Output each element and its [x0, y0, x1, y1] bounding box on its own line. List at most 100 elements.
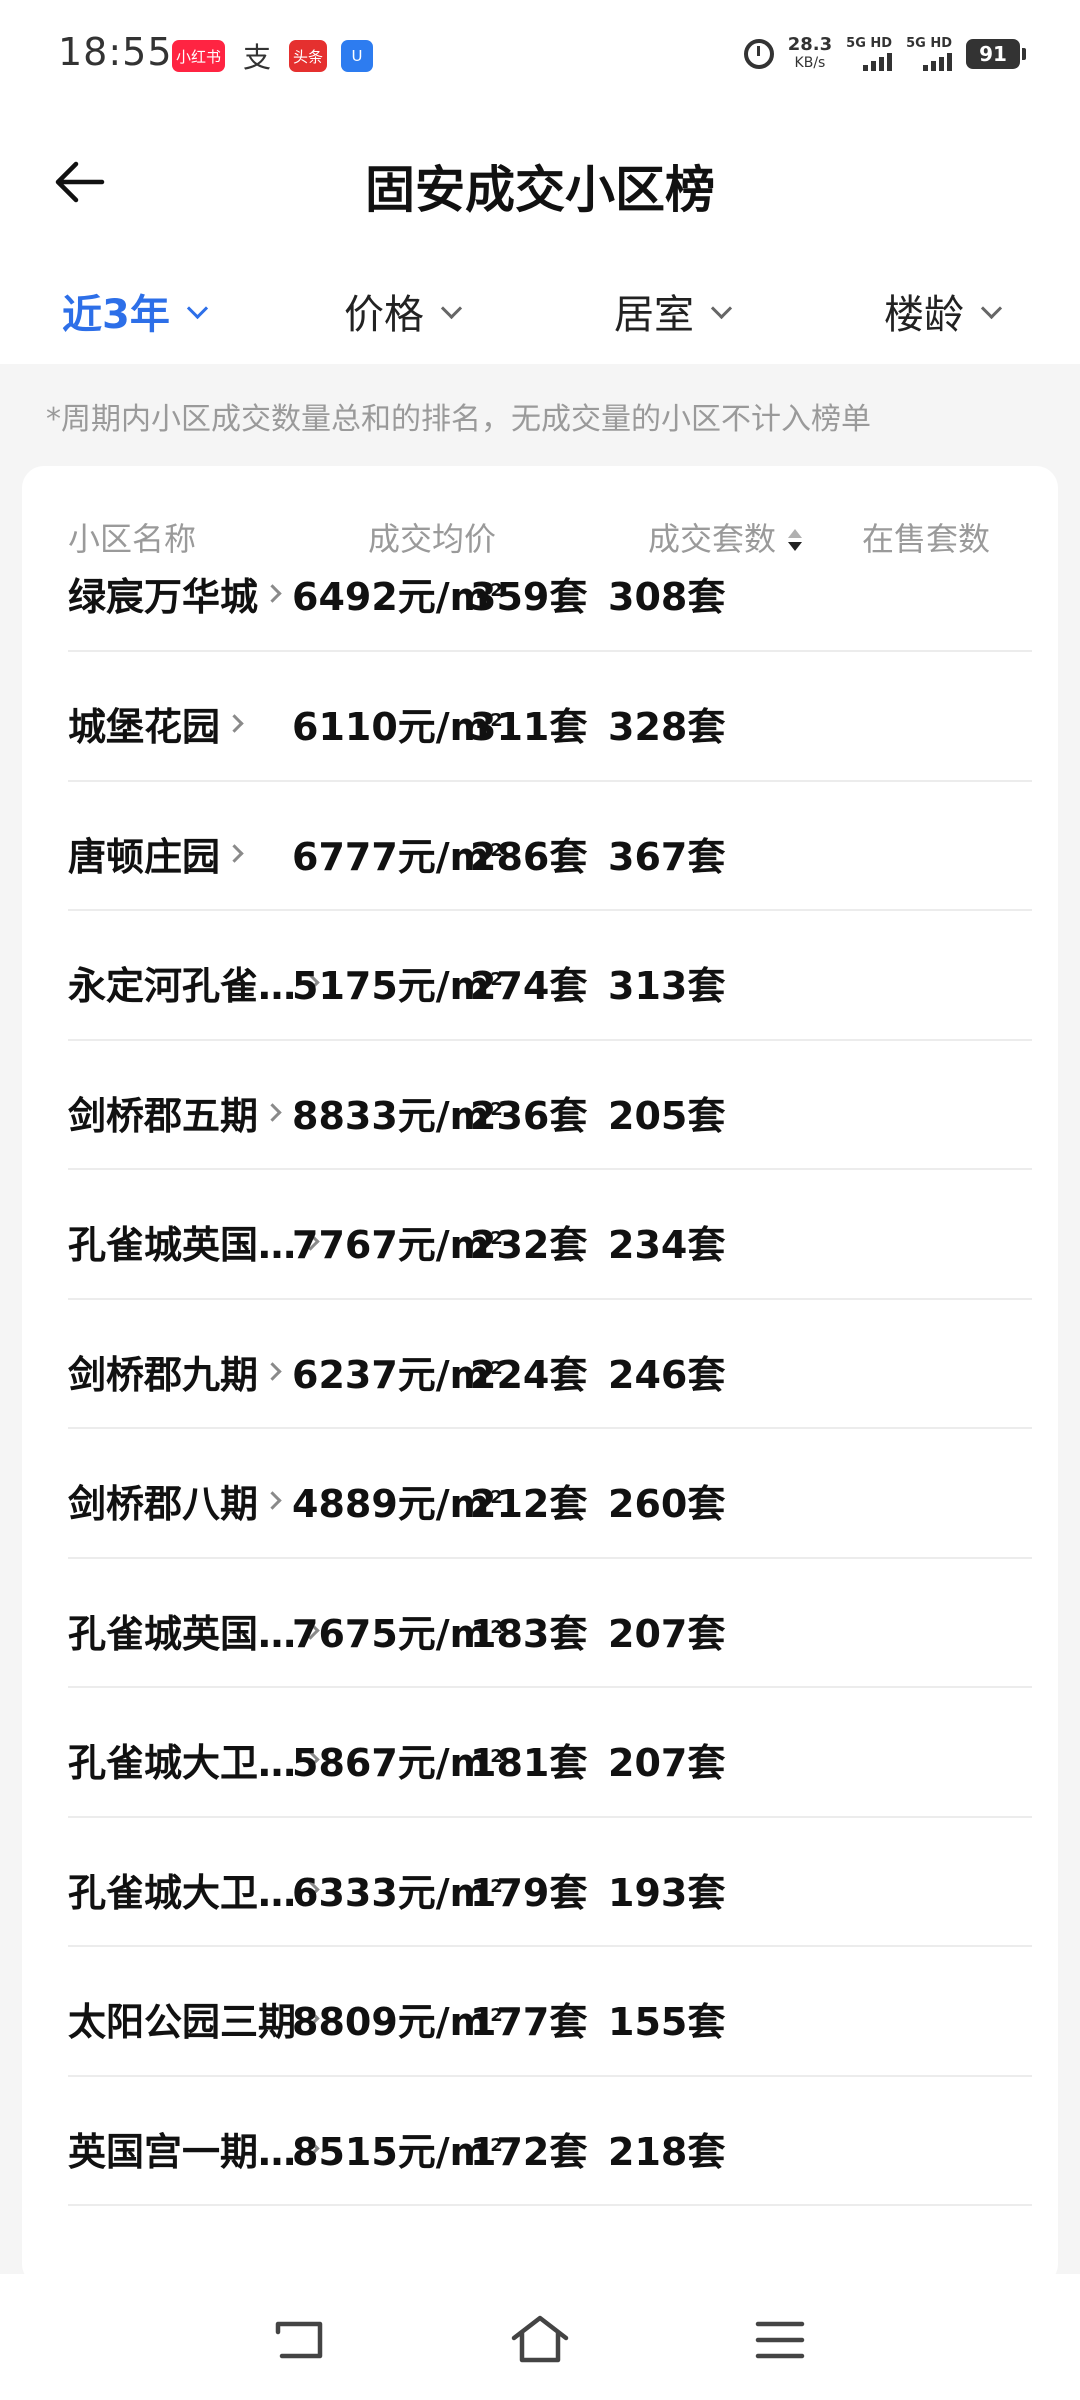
sold-count: 232套 — [470, 1223, 588, 1267]
filter-period-label: 近3年 — [62, 292, 170, 338]
filter-price-label: 价格 — [344, 292, 424, 338]
avg-price-value: 5175 — [292, 964, 398, 1008]
avg-price-value: 6333 — [292, 1870, 398, 1915]
chevron-right-icon — [263, 1102, 282, 1122]
community-name: 城堡花园 — [68, 705, 221, 749]
chevron-right-icon — [225, 714, 244, 733]
table-row[interactable]: 剑桥郡八期 4889元/m2 212套 260套 — [68, 1429, 1032, 1559]
filter-age[interactable]: 楼龄 — [884, 282, 1003, 340]
community-name: 英国宫一期… — [68, 2129, 297, 2174]
home-nav-icon — [511, 2315, 569, 2363]
signal-1-icon: 5G HD — [846, 37, 893, 71]
sold-count: 359套 — [470, 575, 588, 619]
net-speed-unit: KB/s — [794, 55, 826, 71]
sold-count: 183套 — [470, 1611, 588, 1656]
status-indicators: 28.3 KB/s 5G HD 5G HD 91 — [743, 36, 1026, 72]
sold-count: 177套 — [470, 2000, 588, 2044]
filter-price[interactable]: 价格 — [344, 282, 463, 340]
on-sale-count: 193套 — [608, 1870, 726, 1915]
avg-price-value: 6237 — [292, 1352, 398, 1397]
ranking-table: 小区名称 成交均价 成交套数 在售套数 绿宸万华城 6492元/m2 359套 308… — [22, 466, 1058, 2286]
table-row[interactable]: 太阳公园三期 8809元/m2 177套 155套 — [68, 1947, 1032, 2077]
sold-count: 172套 — [470, 2129, 588, 2174]
nav-menu-button[interactable] — [750, 2314, 810, 2366]
community-name: 永定河孔雀… — [68, 964, 297, 1008]
avg-price-value: 6110 — [292, 705, 398, 749]
table-row[interactable]: 孔雀城英国… 7675元/m2 183套 207套 — [68, 1559, 1032, 1688]
chevron-down-icon — [710, 297, 733, 319]
content-area: *周期内小区成交数量总和的排名，无成交量的小区不计入榜单 小区名称 成交均价 成… — [0, 364, 1080, 2286]
toutiao-icon: 头条 — [289, 40, 328, 72]
table-row[interactable]: 永定河孔雀… 5175元/m2 274套 313套 — [68, 911, 1032, 1041]
sold-count: 179套 — [470, 1870, 588, 1915]
chevron-right-icon — [225, 843, 244, 863]
avg-price-value: 8809 — [292, 2000, 398, 2044]
on-sale-count: 260套 — [608, 1482, 726, 1526]
table-row[interactable]: 孔雀城大卫… 6333元/m2 179套 193套 — [68, 1818, 1032, 1947]
avg-price-value: 8833 — [292, 1093, 398, 1138]
chevron-down-icon — [186, 297, 208, 319]
header: 固安成交小区榜 — [0, 112, 1080, 246]
notification-icons: 小红书支头条 U — [172, 40, 374, 74]
avg-price-value: 6492 — [292, 575, 398, 619]
page-title: 固安成交小区榜 — [365, 161, 715, 219]
table-row[interactable]: 唐顿庄园 6777元/m2 286套 367套 — [68, 782, 1032, 911]
community-name: 剑桥郡八期 — [68, 1482, 259, 1526]
avg-price-value: 4889 — [292, 1482, 398, 1526]
on-sale-count: 207套 — [608, 1741, 726, 1785]
table-row[interactable]: 孔雀城英国… 7767元/m2 232套 234套 — [68, 1170, 1032, 1300]
filter-age-label: 楼龄 — [884, 292, 964, 338]
table-row[interactable]: 英国宫一期… 8515元/m2 172套 218套 — [68, 2077, 1032, 2206]
status-time: 18:55 — [58, 30, 173, 74]
table-row[interactable]: 孔雀城大卫… 5867元/m2 181套 207套 — [68, 1688, 1032, 1818]
community-name: 孔雀城大卫… — [68, 1870, 297, 1915]
on-sale-count: 207套 — [608, 1611, 726, 1656]
sold-count: 286套 — [470, 834, 588, 879]
avg-price-value: 6777 — [292, 834, 398, 879]
on-sale-count: 218套 — [608, 2129, 726, 2174]
alipay-icon: 支 — [243, 41, 272, 74]
community-name: 孔雀城英国… — [68, 1223, 297, 1267]
net-speed: 28.3 KB/s — [788, 36, 832, 72]
status-bar: 18:55 小红书支头条 U 28.3 KB/s 5G HD 5G HD 91 — [0, 0, 1080, 112]
sold-count: 181套 — [470, 1741, 588, 1785]
net-speed-value: 28.3 — [787, 34, 833, 55]
community-name: 孔雀城英国… — [68, 1611, 297, 1656]
avg-price-value: 5867 — [292, 1741, 398, 1785]
community-name: 唐顿庄园 — [68, 834, 221, 879]
table-row[interactable]: 剑桥郡九期 6237元/m2 224套 246套 — [68, 1300, 1032, 1429]
on-sale-count: 205套 — [608, 1093, 726, 1138]
chevron-right-icon — [263, 1361, 282, 1381]
filter-period[interactable]: 近3年 — [62, 282, 208, 340]
on-sale-count: 313套 — [608, 964, 726, 1008]
on-sale-count: 328套 — [608, 705, 726, 749]
filter-bar: 近3年 价格 居室 楼龄 — [0, 246, 1080, 364]
sold-count: 224套 — [470, 1352, 588, 1397]
table-row[interactable]: 绿宸万华城 6492元/m2 359套 308套 — [68, 524, 1032, 652]
app-notif-icon: U — [341, 40, 374, 72]
battery-icon: 91 — [966, 39, 1026, 69]
nav-home-button[interactable] — [510, 2314, 570, 2366]
sold-count: 274套 — [470, 964, 588, 1008]
sold-count: 212套 — [470, 1482, 588, 1526]
community-name: 孔雀城大卫… — [68, 1741, 297, 1785]
on-sale-count: 246套 — [608, 1352, 726, 1397]
sold-count: 236套 — [470, 1093, 588, 1138]
avg-price-value: 7767 — [292, 1223, 398, 1267]
table-row[interactable]: 剑桥郡五期 8833元/m2 236套 205套 — [68, 1041, 1032, 1170]
nav-back-button[interactable] — [270, 2314, 330, 2366]
system-nav-bar — [0, 2274, 1080, 2400]
table-row[interactable]: 城堡花园 6110元/m2 311套 328套 — [68, 652, 1032, 782]
chevron-right-icon — [263, 1491, 282, 1510]
ranking-note: *周期内小区成交数量总和的排名，无成交量的小区不计入榜单 — [46, 402, 871, 437]
back-nav-icon — [275, 2321, 323, 2359]
avg-price-value: 8515 — [292, 2129, 398, 2174]
avg-price-value: 7675 — [292, 1611, 398, 1656]
community-name: 绿宸万华城 — [68, 575, 259, 619]
community-name: 太阳公园三期 — [68, 2000, 297, 2044]
table-body: 绿宸万华城 6492元/m2 359套 308套 城堡花园 6110元/m2 311套 328… — [68, 524, 1032, 2206]
community-name: 剑桥郡九期 — [68, 1352, 259, 1397]
filter-rooms[interactable]: 居室 — [614, 282, 733, 340]
chevron-right-icon — [263, 584, 282, 603]
xiaohongshu-icon: 小红书 — [172, 40, 226, 72]
